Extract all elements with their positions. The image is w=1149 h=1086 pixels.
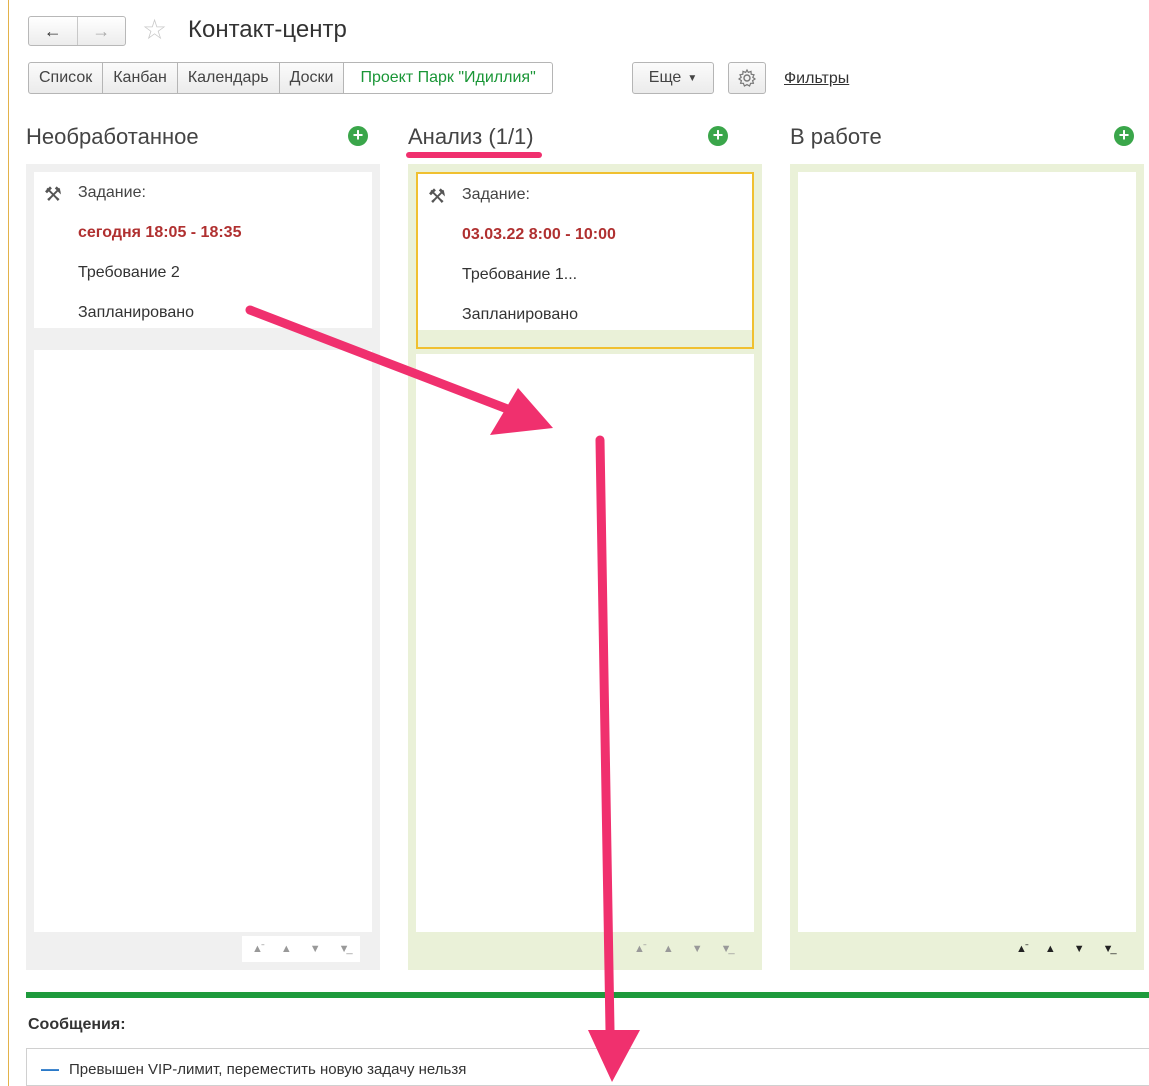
scroll-controls: ▲̄ ▲ ▼ ▼̲	[624, 936, 742, 962]
filters-link[interactable]: Фильтры	[784, 70, 849, 88]
task-card[interactable]: ⚒ Задание: сегодня 18:05 - 18:35 Требова…	[34, 172, 372, 328]
forward-button[interactable]: →	[76, 17, 126, 45]
column-body	[34, 350, 372, 932]
scroll-bottom-icon[interactable]: ▼̲	[1103, 943, 1114, 955]
settings-button[interactable]	[728, 62, 766, 94]
add-icon[interactable]: +	[708, 126, 728, 146]
scroll-up-icon[interactable]: ▲	[281, 943, 292, 955]
tools-icon: ⚒	[44, 184, 62, 206]
task-card-selected[interactable]: ⚒ Задание: 03.03.22 8:00 - 10:00 Требова…	[416, 172, 754, 349]
card-type: Задание:	[462, 186, 530, 203]
scroll-controls: ▲̄ ▲ ▼ ▼̲	[1006, 936, 1124, 962]
add-icon[interactable]: +	[348, 126, 368, 146]
scroll-up-icon[interactable]: ▲	[1045, 943, 1056, 955]
left-border	[8, 0, 9, 1086]
tab-list[interactable]: Список	[28, 62, 104, 94]
card-type: Задание:	[78, 184, 146, 201]
more-button-label: Еще	[648, 69, 682, 86]
scroll-controls: ▲̄ ▲ ▼ ▼̲	[242, 936, 360, 962]
scroll-top-icon[interactable]: ▲̄	[252, 943, 263, 955]
message-marker-icon: —	[41, 1059, 59, 1079]
card-name: Требование 2	[78, 264, 180, 281]
gear-icon	[737, 68, 757, 87]
scroll-bottom-icon[interactable]: ▼̲	[721, 943, 732, 955]
card-body: ⚒ Задание: 03.03.22 8:00 - 10:00 Требова…	[418, 174, 752, 330]
column-unprocessed: ⚒ Задание: сегодня 18:05 - 18:35 Требова…	[26, 164, 380, 970]
star-icon[interactable]: ☆	[142, 14, 167, 46]
card-name: Требование 1...	[462, 266, 578, 283]
column-analysis: ⚒ Задание: 03.03.22 8:00 - 10:00 Требова…	[408, 164, 762, 970]
column-title-analysis: Анализ (1/1)	[408, 124, 534, 149]
messages-title: Сообщения:	[28, 1016, 126, 1033]
tab-boards[interactable]: Доски	[279, 62, 345, 94]
view-tabs: Список Канбан Календарь Доски Проект Пар…	[28, 62, 553, 94]
tab-calendar[interactable]: Календарь	[177, 62, 280, 94]
back-button[interactable]: ←	[29, 17, 77, 45]
scroll-down-icon[interactable]: ▼	[692, 943, 703, 955]
scroll-top-icon[interactable]: ▲̄	[1016, 943, 1027, 955]
tab-project[interactable]: Проект Парк "Идиллия"	[344, 62, 553, 94]
arrow-right-icon: →	[92, 20, 111, 41]
scroll-bottom-icon[interactable]: ▼̲	[339, 943, 350, 955]
column-in-progress: ▲̄ ▲ ▼ ▼̲	[790, 164, 1144, 970]
message-item[interactable]: Превышен VIP-лимит, переместить новую за…	[69, 1061, 466, 1078]
page-title: Контакт-центр	[188, 16, 347, 43]
card-status: Запланировано	[462, 306, 578, 323]
scroll-down-icon[interactable]: ▼	[310, 943, 321, 955]
card-date: сегодня 18:05 - 18:35	[78, 224, 242, 241]
scroll-up-icon[interactable]: ▲	[663, 943, 674, 955]
scroll-top-icon[interactable]: ▲̄	[634, 943, 645, 955]
card-date: 03.03.22 8:00 - 10:00	[462, 226, 616, 243]
tab-kanban[interactable]: Канбан	[103, 62, 178, 94]
caret-down-icon: ▼	[687, 72, 698, 84]
card-status: Запланировано	[78, 304, 194, 321]
add-icon[interactable]: +	[1114, 126, 1134, 146]
messages-divider	[26, 992, 1149, 998]
more-button[interactable]: Еще ▼	[632, 62, 714, 94]
nav-buttons: ← →	[28, 16, 126, 46]
annotation-underline	[406, 152, 542, 158]
tools-icon: ⚒	[428, 186, 446, 208]
column-title-unprocessed: Необработанное	[26, 124, 199, 149]
column-body	[416, 354, 754, 932]
scroll-down-icon[interactable]: ▼	[1074, 943, 1085, 955]
messages-panel: — Превышен VIP-лимит, переместить новую …	[26, 1048, 1149, 1086]
column-body	[798, 172, 1136, 932]
arrow-left-icon: ←	[43, 20, 62, 41]
column-title-in-progress: В работе	[790, 124, 882, 149]
